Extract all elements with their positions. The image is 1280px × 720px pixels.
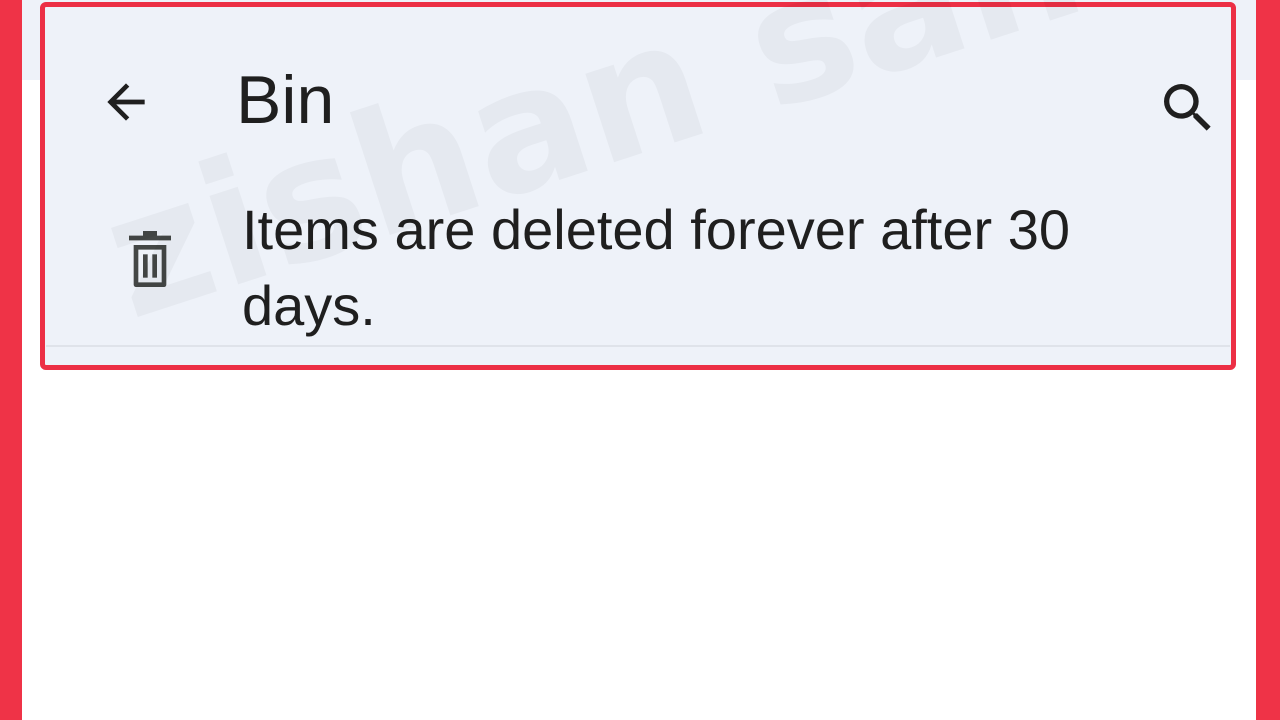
search-icon	[1156, 76, 1220, 145]
retention-notice-text: Items are deleted forever after 30 days.	[242, 198, 1070, 337]
right-frame-border	[1256, 0, 1280, 720]
phone-screen: Bin Items are deleted forever after 30 d…	[22, 0, 1256, 720]
header-divider	[46, 345, 1230, 347]
back-button[interactable]	[94, 72, 158, 136]
arrow-back-icon	[98, 74, 154, 135]
left-frame-border	[0, 0, 22, 720]
search-button[interactable]	[1152, 74, 1224, 146]
page-title: Bin	[236, 62, 335, 138]
trash-icon	[120, 226, 180, 292]
